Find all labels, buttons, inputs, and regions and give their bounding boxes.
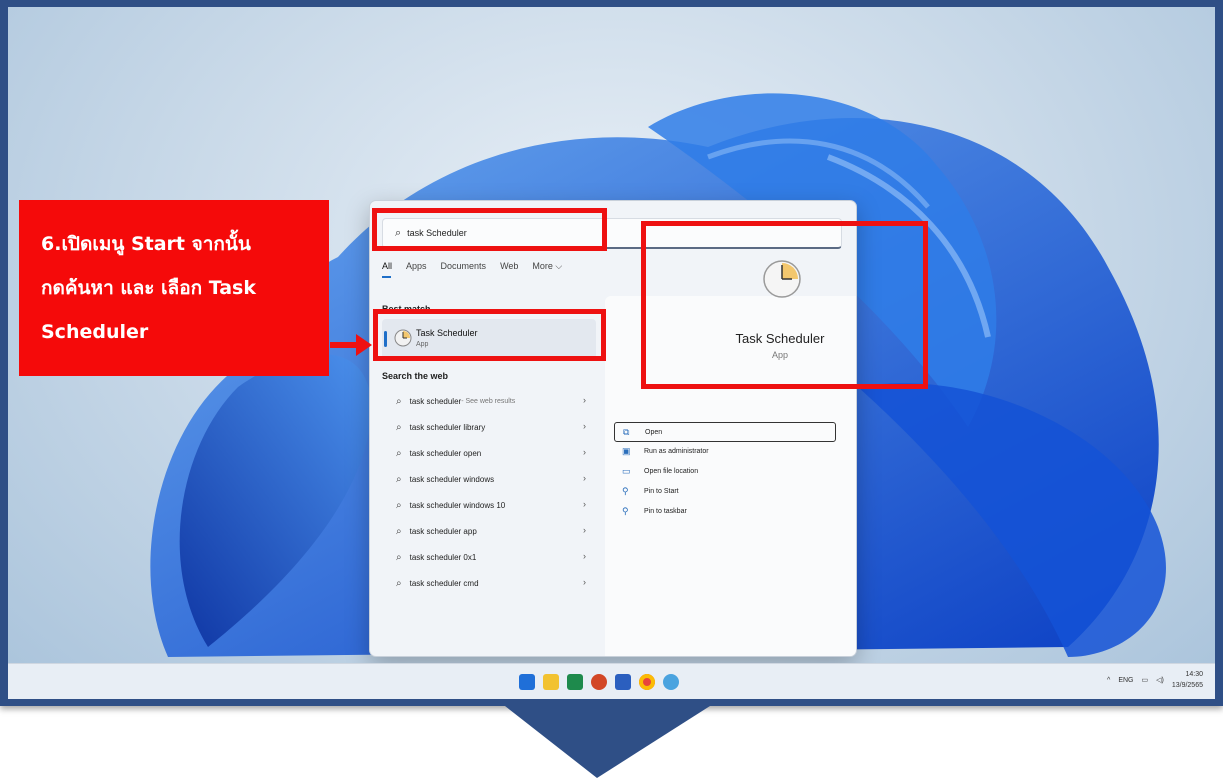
tab-all[interactable]: All	[382, 261, 392, 278]
excel-icon[interactable]	[567, 674, 583, 690]
search-icon: ⌕	[396, 421, 402, 433]
web-result-text: task scheduler library	[409, 422, 486, 432]
tab-web[interactable]: Web	[500, 261, 518, 272]
chevron-right-icon: ›	[583, 421, 586, 431]
folder-icon: ▭	[622, 465, 631, 476]
search-icon: ⌕	[396, 447, 402, 459]
search-tabs: All Apps Documents Web More ⌵	[382, 261, 562, 278]
web-result[interactable]: ⌕ task scheduler open ›	[382, 441, 596, 465]
instruction-callout: 6.เปิดเมนู Start จากนั้น กดค้นหา และ เลื…	[19, 200, 329, 376]
web-result[interactable]: ⌕ task scheduler windows 10 ›	[382, 493, 596, 517]
language-indicator[interactable]: ENG	[1118, 677, 1133, 684]
chevron-right-icon: ›	[583, 551, 586, 561]
action-label: Run as administrator	[644, 447, 709, 455]
chevron-right-icon: ›	[583, 577, 586, 587]
web-result-suffix: - See web results	[461, 397, 516, 405]
web-result[interactable]: ⌕ task scheduler windows ›	[382, 467, 596, 491]
search-icon: ⌕	[396, 499, 402, 511]
clock-date: 13/9/2565	[1171, 682, 1203, 689]
action-label: Pin to Start	[644, 487, 679, 495]
action-pin-to-start[interactable]: ⚲ Pin to Start	[614, 482, 834, 500]
web-result[interactable]: ⌕ task scheduler 0x1 ›	[382, 545, 596, 569]
powerpoint-icon[interactable]	[591, 674, 607, 690]
highlight-preview	[641, 221, 928, 389]
file-explorer-icon[interactable]	[543, 674, 559, 690]
highlight-best-match	[373, 309, 606, 361]
callout-line: 6.เปิดเมนู Start จากนั้น	[41, 233, 251, 255]
search-icon: ⌕	[396, 395, 402, 407]
highlight-search-box	[372, 208, 607, 251]
pin-icon: ⚲	[622, 505, 629, 516]
chevron-right-icon: ›	[583, 447, 586, 457]
tab-more[interactable]: More ⌵	[532, 261, 562, 272]
action-pin-to-taskbar[interactable]: ⚲ Pin to taskbar	[614, 502, 834, 520]
system-tray: ^ ENG ▭ ◁) 14:30 13/9/2565	[1107, 669, 1203, 691]
action-open[interactable]: ⧉ Open	[614, 422, 836, 442]
web-result[interactable]: ⌕ task scheduler library ›	[382, 415, 596, 439]
action-open-file-location[interactable]: ▭ Open file location	[614, 462, 834, 480]
web-result-text: task scheduler open	[409, 448, 482, 458]
clock[interactable]: 14:30 13/9/2565	[1172, 669, 1203, 691]
pin-icon: ⚲	[622, 485, 629, 496]
taskbar: ^ ENG ▭ ◁) 14:30 13/9/2565	[8, 663, 1215, 699]
web-result-text: task scheduler app	[409, 526, 477, 536]
action-label: Pin to taskbar	[644, 507, 687, 515]
search-icon: ⌕	[396, 473, 402, 485]
search-icon: ⌕	[396, 551, 402, 563]
web-result[interactable]: ⌕ task scheduler cmd ›	[382, 571, 596, 595]
down-arrow	[505, 706, 710, 778]
open-icon: ⧉	[623, 426, 630, 437]
web-result[interactable]: ⌕ task scheduler - See web results ›	[382, 389, 596, 413]
tab-apps[interactable]: Apps	[406, 261, 427, 272]
callout-line: Scheduler	[41, 321, 149, 343]
web-result-text: task scheduler 0x1	[409, 552, 477, 562]
chrome-icon[interactable]	[639, 674, 655, 690]
web-result-text: task scheduler windows	[409, 474, 495, 484]
web-result-text: task scheduler windows 10	[409, 500, 506, 510]
tab-documents[interactable]: Documents	[441, 261, 487, 272]
callout-line: กดค้นหา และ เลือก Task	[41, 277, 257, 299]
shield-icon: ▣	[622, 445, 631, 456]
clock-time: 14:30	[1185, 671, 1203, 678]
web-result-text: task scheduler cmd	[409, 578, 479, 588]
chrome-beta-icon[interactable]	[663, 674, 679, 690]
search-web-heading: Search the web	[382, 371, 449, 381]
chevron-right-icon: ›	[583, 395, 586, 405]
start-icon[interactable]	[519, 674, 535, 690]
chevron-right-icon: ›	[583, 499, 586, 509]
search-icon: ⌕	[396, 525, 402, 537]
chevron-right-icon: ›	[583, 473, 586, 483]
action-label: Open	[645, 428, 663, 436]
chevron-right-icon: ›	[583, 525, 586, 535]
action-label: Open file location	[644, 467, 699, 475]
chevron-up-icon[interactable]: ^	[1107, 677, 1110, 684]
word-icon[interactable]	[615, 674, 631, 690]
volume-icon[interactable]: ◁)	[1156, 676, 1164, 684]
action-run-as-admin[interactable]: ▣ Run as administrator	[614, 442, 834, 460]
network-icon[interactable]: ▭	[1142, 676, 1149, 684]
search-icon: ⌕	[396, 577, 402, 589]
web-result-text: task scheduler	[409, 396, 462, 406]
web-result[interactable]: ⌕ task scheduler app ›	[382, 519, 596, 543]
